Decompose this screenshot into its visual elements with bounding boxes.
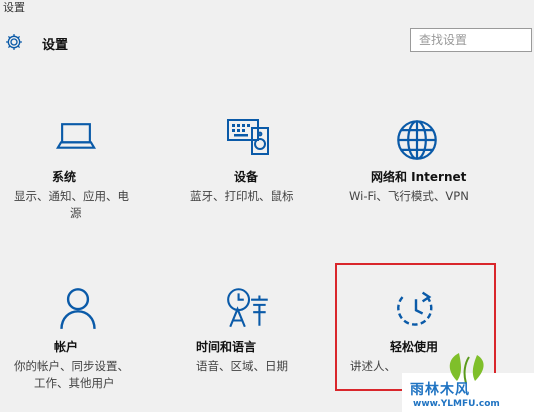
tile-network-title: 网络和 Internet — [371, 170, 467, 184]
tile-accounts-desc: 你的帐户、同步设置、 工作、其他用户 — [14, 359, 129, 390]
watermark-text: 雨林木风 — [410, 382, 470, 398]
tile-devices[interactable]: 设备 蓝牙、打印机、鼠标 — [190, 116, 340, 226]
tile-time-language-title: 时间和语言 — [196, 340, 257, 354]
keyboard-speaker-icon — [227, 119, 269, 155]
window-title: 设置 — [3, 1, 25, 14]
tile-system-title: 系统 — [52, 170, 77, 184]
gear-icon — [6, 34, 22, 50]
search-box[interactable] — [410, 28, 532, 52]
page-title: 设置 — [42, 38, 69, 53]
person-icon — [60, 288, 96, 329]
tile-accounts[interactable]: 帐户 你的帐户、同步设置、 工作、其他用户 — [14, 286, 164, 396]
tile-network-desc: Wi-Fi、飞行模式、VPN — [349, 189, 469, 203]
tile-devices-title: 设备 — [234, 170, 259, 184]
search-input[interactable] — [411, 29, 531, 51]
clock-language-icon — [227, 288, 268, 328]
tile-time-language-desc: 语音、区域、日期 — [196, 359, 288, 373]
watermark-url: www.YLMFU.com — [413, 399, 500, 409]
tile-accounts-title: 帐户 — [54, 340, 79, 354]
tile-network[interactable]: 网络和 Internet Wi-Fi、飞行模式、VPN — [349, 116, 499, 226]
tile-devices-desc: 蓝牙、打印机、鼠标 — [190, 189, 294, 203]
tile-system-desc: 显示、通知、应用、电 源 — [14, 189, 129, 220]
tile-system[interactable]: 系统 显示、通知、应用、电 源 — [14, 116, 164, 226]
globe-icon — [397, 120, 437, 160]
laptop-icon — [55, 123, 97, 149]
tile-time-language[interactable]: 时间和语言 语音、区域、日期 — [196, 286, 346, 396]
